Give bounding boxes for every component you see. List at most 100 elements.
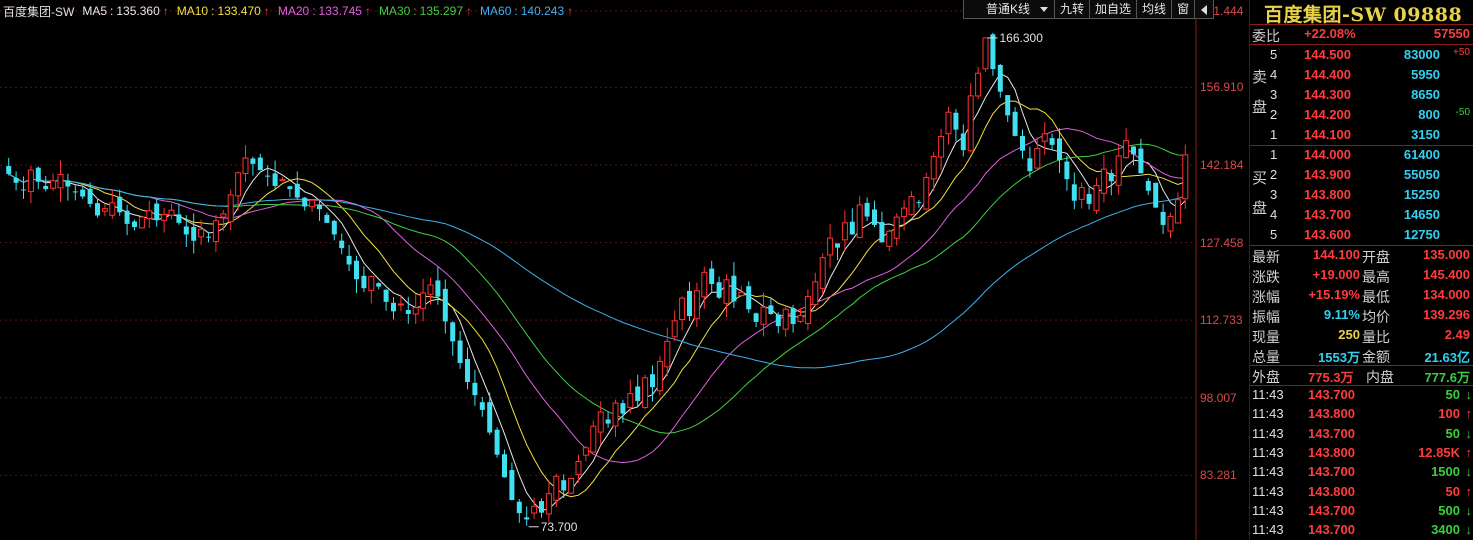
candle xyxy=(206,231,211,243)
ma-settings-button[interactable]: 均线 xyxy=(1136,0,1171,18)
trade-tick-row: 11:43 143.700 3400 ↓ xyxy=(1252,522,1472,538)
candle xyxy=(945,106,952,145)
collapse-panel-button[interactable] xyxy=(1194,0,1213,18)
candle xyxy=(412,294,419,325)
candle xyxy=(650,365,655,402)
candle xyxy=(738,285,745,297)
weibi-pct: +22.08% xyxy=(1304,26,1356,41)
candle xyxy=(1093,177,1100,214)
candle xyxy=(220,209,227,232)
trade-tick-row: 11:43 143.800 100 ↑ xyxy=(1252,406,1472,422)
annotation-label: 166.300 xyxy=(1000,31,1044,45)
window-button[interactable]: 窗 xyxy=(1171,0,1194,18)
candle xyxy=(191,213,197,254)
candle xyxy=(597,401,604,445)
candle xyxy=(975,67,982,100)
candle xyxy=(132,219,137,231)
candle xyxy=(294,171,300,200)
candle xyxy=(6,157,12,176)
candle xyxy=(279,177,286,182)
candle xyxy=(723,274,730,317)
candle xyxy=(287,185,293,198)
candle xyxy=(804,289,811,331)
arrow-up-icon: ↑ xyxy=(466,4,473,18)
ma-line-ma5 xyxy=(8,72,1186,511)
arrow-down-icon: ↓ xyxy=(1465,464,1473,480)
kline-type-dropdown[interactable]: 普通K线 xyxy=(964,0,1054,18)
candle xyxy=(1071,172,1077,210)
candle xyxy=(154,198,160,227)
candle xyxy=(960,124,966,157)
ma-header: 百度集团-SW MA5:135.360 ↑ MA10:133.470 ↑ MA20:13… xyxy=(3,3,573,19)
candle xyxy=(835,243,840,261)
ma-item-ma5: MA5:135.360 ↑ xyxy=(82,4,169,18)
candle xyxy=(746,281,752,313)
weibi-diff: 57550 xyxy=(1433,26,1470,41)
candle xyxy=(72,185,78,201)
arrow-down-icon: ↓ xyxy=(1465,502,1473,518)
candle xyxy=(502,449,507,478)
candle xyxy=(331,219,337,241)
candle xyxy=(679,296,686,330)
arrow-up-icon: ↑ xyxy=(1465,444,1473,460)
candle xyxy=(161,207,168,233)
arrow-left-icon xyxy=(1201,5,1208,15)
trade-tick-row: 11:43 143.700 500 ↓ xyxy=(1252,502,1473,518)
arrow-down-icon: ↓ xyxy=(1465,425,1473,441)
sell-level-row: 3 144.300 8650 xyxy=(1270,87,1440,102)
jiuzhuan-button[interactable]: 九转 xyxy=(1054,0,1089,18)
candle xyxy=(442,279,448,334)
candle xyxy=(879,211,885,243)
ma-line-ma60 xyxy=(8,173,1186,369)
candle xyxy=(819,253,826,295)
candle xyxy=(21,176,26,199)
arrow-up-icon: ↑ xyxy=(567,4,574,18)
candle xyxy=(1041,122,1048,155)
candle xyxy=(109,189,116,219)
trade-tick-row: 11:43 143.700 50 ↓ xyxy=(1252,387,1472,402)
y-tick-label: 83.281 xyxy=(1200,468,1237,483)
ma-line-ma30 xyxy=(8,143,1186,434)
candle xyxy=(967,83,974,153)
annotation-label: 73.700 xyxy=(541,520,578,534)
candle xyxy=(95,198,100,218)
candle xyxy=(317,200,322,221)
ma-item-ma20: MA20:133.745 ↑ xyxy=(277,4,371,18)
add-watchlist-button[interactable]: 加自选 xyxy=(1089,0,1136,18)
stat-row: 总量 1553万 金额 21.63亿 xyxy=(1252,349,1470,365)
candle xyxy=(539,498,544,518)
candle xyxy=(990,32,996,76)
sell-level-row: 4 144.400 5950 xyxy=(1270,67,1440,82)
weibi-label: 委比 xyxy=(1252,28,1280,44)
candle xyxy=(1115,145,1122,195)
candle xyxy=(886,229,893,252)
y-tick-label: 98.007 xyxy=(1200,390,1237,405)
candle xyxy=(612,399,619,437)
candle xyxy=(376,282,382,290)
stock-name-label: 百度集团-SW xyxy=(3,5,75,19)
candle xyxy=(1167,212,1174,238)
arrow-up-icon: ↑ xyxy=(1465,483,1473,499)
candle xyxy=(176,203,182,225)
stat-row: 涨跌 +19.000 最高 145.400 xyxy=(1252,267,1470,285)
candle xyxy=(1153,182,1159,208)
arrow-up-icon: ↑ xyxy=(162,4,169,18)
chevron-down-icon xyxy=(1040,6,1049,12)
inner-value: 777.6万 xyxy=(1424,370,1470,385)
candle xyxy=(841,210,848,251)
candle xyxy=(605,411,611,428)
candle xyxy=(494,427,500,458)
candle xyxy=(101,203,108,217)
candle xyxy=(227,189,234,231)
candle xyxy=(309,199,316,212)
candle xyxy=(856,195,863,239)
candle xyxy=(1064,155,1070,191)
candle xyxy=(391,297,396,320)
candle xyxy=(487,392,493,435)
kline-chart[interactable]: 166.300 73.700 xyxy=(0,0,1248,540)
candle xyxy=(568,477,575,495)
candle xyxy=(57,160,64,203)
candle xyxy=(1108,169,1114,196)
buy-level-row: 5 143.600 12750 xyxy=(1270,227,1440,242)
candle xyxy=(716,276,722,299)
